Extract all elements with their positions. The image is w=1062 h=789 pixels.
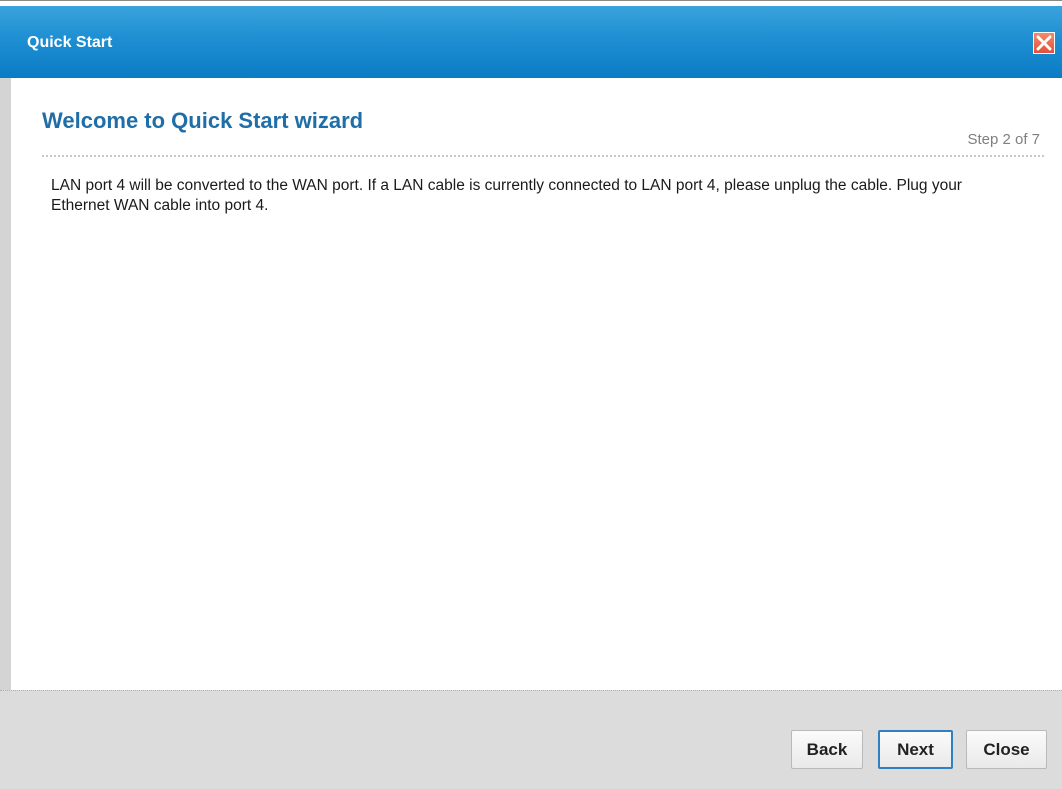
step-indicator: Step 2 of 7 xyxy=(967,131,1040,148)
wizard-panel: Welcome to Quick Start wizard Step 2 of … xyxy=(11,78,1062,690)
next-button[interactable]: Next xyxy=(878,730,953,769)
wizard-heading: Welcome to Quick Start wizard xyxy=(42,108,364,133)
dialog-title: Quick Start xyxy=(27,34,113,51)
dialog-body: Welcome to Quick Start wizard Step 2 of … xyxy=(0,78,1062,690)
heading-divider xyxy=(42,155,1044,157)
back-button[interactable]: Back xyxy=(791,730,863,769)
close-button[interactable]: Close xyxy=(966,730,1047,769)
dialog-titlebar: Quick Start xyxy=(0,6,1062,78)
close-icon[interactable] xyxy=(1033,32,1055,54)
dialog-footer: Back Next Close xyxy=(0,690,1062,789)
wizard-message: LAN port 4 will be converted to the WAN … xyxy=(51,177,962,214)
